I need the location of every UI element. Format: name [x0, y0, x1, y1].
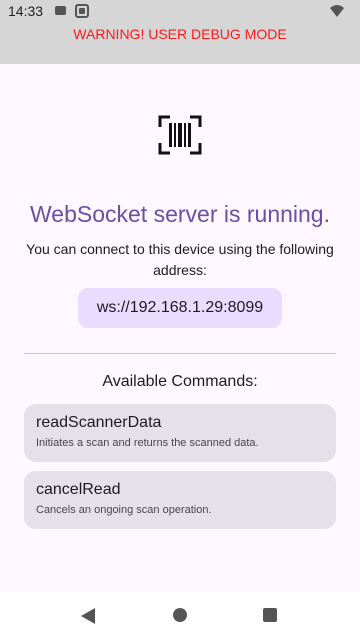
back-icon[interactable]	[81, 608, 95, 624]
websocket-address-chip[interactable]: ws://192.168.1.29:8099	[78, 288, 282, 328]
command-name: readScannerData	[36, 414, 162, 431]
divider	[24, 353, 336, 354]
command-description: Initiates a scan and returns the scanned…	[36, 437, 259, 449]
status-time: 14:33	[8, 3, 44, 19]
home-icon[interactable]	[173, 608, 187, 622]
command-card-readscannerdata[interactable]: readScannerData Initiates a scan and ret…	[24, 404, 336, 462]
wifi-icon	[330, 5, 344, 17]
navigation-bar	[0, 592, 360, 640]
barcode-scanner-icon	[158, 115, 202, 155]
status-bar: 14:33 WARNING! USER DEBUG MODE	[0, 0, 360, 64]
websocket-address: ws://192.168.1.29:8099	[96, 299, 264, 316]
notification-icon	[55, 6, 66, 15]
app-icon-status	[75, 4, 89, 18]
connection-instructions: You can connect to this device using the…	[26, 241, 334, 278]
commands-heading: Available Commands:	[102, 373, 258, 390]
recents-icon[interactable]	[263, 608, 277, 622]
command-description: Cancels an ongoing scan operation.	[36, 504, 212, 516]
command-name: cancelRead	[36, 481, 121, 498]
command-card-cancelread[interactable]: cancelRead Cancels an ongoing scan opera…	[24, 471, 336, 529]
server-status-title: WebSocket server is running.	[30, 201, 330, 227]
debug-warning-banner: WARNING! USER DEBUG MODE	[73, 26, 287, 42]
